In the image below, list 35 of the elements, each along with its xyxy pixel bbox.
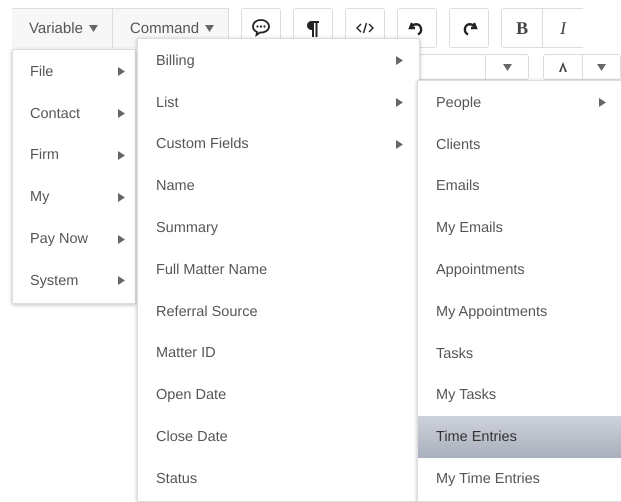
text-color-icon — [558, 62, 568, 72]
menu-item[interactable]: My — [13, 176, 135, 218]
menu-item[interactable]: Open Date — [138, 374, 419, 416]
italic-button[interactable]: I — [542, 8, 584, 48]
caret-icon — [502, 64, 512, 70]
menu-item[interactable]: Status — [138, 458, 419, 500]
toolbar-button[interactable] — [449, 8, 490, 48]
menu-item[interactable]: File — [13, 51, 135, 93]
bold-button[interactable]: B — [501, 8, 542, 48]
menu-item[interactable]: Pay Now — [13, 218, 135, 260]
menu-item[interactable]: Emails — [418, 166, 621, 208]
menu-item[interactable]: Custom Fields — [138, 124, 419, 166]
menu-item[interactable]: My Time Entries — [418, 458, 621, 500]
menu-item[interactable]: Matter ID — [138, 332, 419, 374]
comment-icon — [251, 18, 272, 38]
menu-item[interactable]: List — [138, 82, 419, 124]
menu-item[interactable]: My Appointments — [418, 290, 621, 333]
menu-item[interactable]: Appointments — [418, 249, 621, 291]
menu-item[interactable]: Firm — [13, 134, 135, 176]
menu-item[interactable]: My Tasks — [418, 374, 621, 416]
menu-item[interactable]: System — [13, 260, 135, 302]
menu-item[interactable]: Referral Source — [138, 290, 419, 333]
menu-item[interactable]: Close Date — [138, 416, 419, 458]
menu-item[interactable]: My Emails — [418, 207, 621, 250]
menu-item[interactable]: Summary — [138, 207, 419, 249]
menu-item[interactable]: People — [418, 82, 621, 124]
caret-icon — [205, 25, 214, 32]
menu-item[interactable]: Clients — [418, 124, 621, 166]
menu-item[interactable]: Contact — [13, 92, 135, 135]
menu-item[interactable]: Name — [138, 165, 419, 208]
caret-icon — [596, 64, 606, 70]
menu-item[interactable]: Tasks — [418, 332, 621, 375]
menu-item[interactable]: Time Entries — [418, 416, 621, 458]
menu-item[interactable]: Full Matter Name — [138, 248, 419, 291]
caret-icon — [88, 25, 98, 32]
